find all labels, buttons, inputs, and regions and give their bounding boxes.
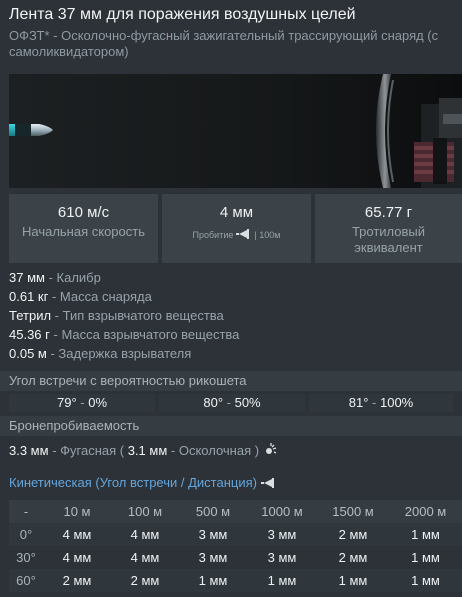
ricochet-header: Угол встречи с вероятностью рикошета (0, 371, 462, 391)
table-cell: 4 мм (62, 550, 92, 565)
ammo-title: Лента 37 мм для поражения воздушных целе… (9, 6, 356, 23)
penetration-tile: 4 мм Пробитие | 100м (162, 194, 311, 263)
table-cell: 4 мм (130, 550, 160, 565)
he-frag-penetration: 3.3 мм - Фугасная ( 3.1 мм - Осколочная … (9, 443, 277, 460)
table-cell: 0° (19, 527, 33, 542)
property-caliber: 37 мм - Калибр (9, 270, 101, 285)
tnt-equivalent-tile: 65.77 г Тротиловый эквивалент (315, 194, 462, 263)
muzzle-velocity-label: Начальная скорость (21, 224, 145, 239)
explosion-icon (263, 443, 277, 460)
table-header-cell: 10 м (63, 504, 91, 519)
shell-preview (9, 74, 462, 188)
frag-penetration-label: - Осколочная ) (170, 443, 260, 458)
table-cell: 2 мм (338, 527, 368, 542)
muzzle-velocity-tile: 610 м/с Начальная скорость (9, 194, 158, 263)
table-cell: 30° (16, 550, 36, 565)
table-cell: 3 мм (198, 550, 228, 565)
table-cell: 1 мм (411, 527, 440, 542)
table-header-cell: 1000 м (261, 504, 303, 519)
shell-render-image (9, 74, 462, 188)
table-cell: 2 мм (130, 573, 160, 588)
table-cell: 2 мм (62, 573, 92, 588)
penetration-value: 4 мм (219, 204, 254, 221)
table-cell: 3 мм (267, 550, 297, 565)
stats-row: 610 м/с Начальная скорость 4 мм Пробитие… (9, 194, 462, 263)
property-explosive-mass: 45.36 г - Масса взрывчатого вещества (9, 327, 240, 342)
ammo-tooltip: Лента 37 мм для поражения воздушных целе… (0, 0, 462, 597)
table-row: 60° 2 мм 2 мм 1 мм 1 мм 1 мм 1 мм (9, 569, 462, 592)
table-header-cell: 100 м (127, 504, 163, 519)
he-penetration-value: 3.3 мм (9, 443, 49, 458)
he-penetration-label: - Фугасная ( (52, 443, 125, 458)
ricochet-item: 81° - 100% (309, 394, 453, 412)
table-header-cell: 500 м (195, 504, 231, 519)
ricochet-item: 79° - 0% (9, 394, 155, 412)
tnt-equivalent-value: 65.77 г (364, 204, 413, 221)
penetration-icon (235, 228, 252, 244)
table-cell: 1 мм (198, 573, 228, 588)
table-row: 0° 4 мм 4 мм 3 мм 3 мм 2 мм 1 мм (9, 523, 462, 546)
property-fuse-delay: 0.05 м - Задержка взрывателя (9, 346, 192, 361)
properties-list: 37 мм - Калибр 0.61 кг - Масса снаряда Т… (9, 268, 239, 363)
table-cell: 60° (16, 573, 36, 588)
table-cell: 2 мм (338, 550, 368, 565)
table-cell: 1 мм (267, 573, 297, 588)
kinetic-title: Кинетическая (Угол встречи / Дистанция) (9, 475, 277, 491)
table-header-cell: - (23, 504, 29, 519)
table-cell: 4 мм (130, 527, 160, 542)
table-row: 30° 4 мм 4 мм 3 мм 3 мм 2 мм 1 мм (9, 546, 462, 569)
armor-penetration-title: Бронепробиваемость (9, 418, 140, 433)
armor-penetration-header: Бронепробиваемость (0, 416, 462, 436)
muzzle-velocity-value: 610 м/с (57, 204, 110, 221)
table-cell: 4 мм (62, 527, 92, 542)
tnt-equivalent-label: Тротиловый эквивалент (351, 224, 426, 255)
table-cell: 1 мм (338, 573, 368, 588)
penetration-distance: | 100м (254, 230, 281, 240)
ricochet-row: 79° - 0% 80° - 50% 81° - 100% (9, 394, 453, 412)
penetration-label-row: Пробитие | 100м (162, 227, 311, 244)
table-cell: 3 мм (267, 527, 297, 542)
property-explosive-type: Тетрил - Тип взрывчатого вещества (9, 308, 224, 323)
property-shell-mass: 0.61 кг - Масса снаряда (9, 289, 152, 304)
table-header-cell: 1500 м (332, 504, 374, 519)
table-cell: 3 мм (198, 527, 228, 542)
ricochet-title: Угол встречи с вероятностью рикошета (9, 373, 247, 388)
penetration-label: Пробитие (192, 230, 234, 240)
table-header-cell: 2000 м (404, 504, 447, 519)
frag-penetration-value: 3.1 мм (127, 443, 168, 458)
table-cell: 1 мм (411, 550, 440, 565)
table-header-row: - 10 м 100 м 500 м 1000 м 1500 м 2000 м (9, 500, 462, 523)
penetration-icon (260, 476, 277, 491)
table-cell: 1 мм (411, 573, 440, 588)
ricochet-item: 80° - 50% (159, 394, 305, 412)
ammo-subtitle: ОФЗТ* - Осколочно-фугасный зажигательный… (9, 28, 439, 59)
kinetic-penetration-table: - 10 м 100 м 500 м 1000 м 1500 м 2000 м … (9, 500, 462, 592)
